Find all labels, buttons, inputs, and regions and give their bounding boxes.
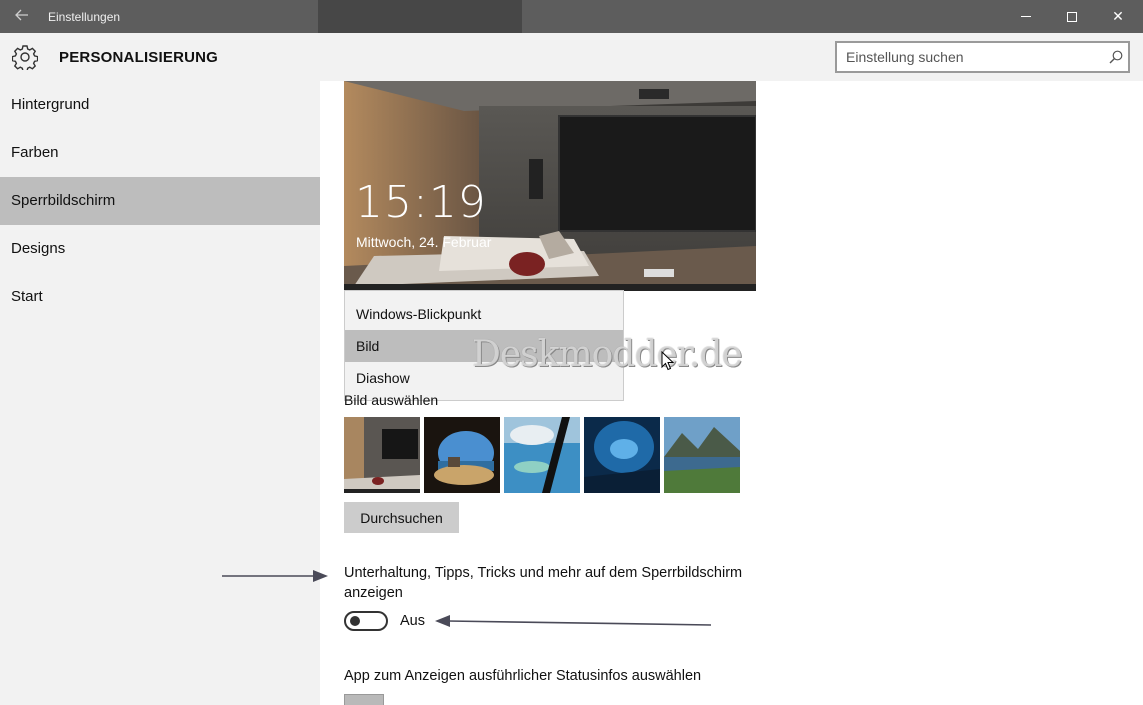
maximize-icon [1067,11,1077,22]
thumbnail-ice-cave[interactable] [584,417,660,493]
maximize-button[interactable] [1049,0,1095,33]
sidebar-item-start[interactable]: Start [0,273,320,321]
dropdown-option-blickpunkt[interactable]: Windows-Blickpunkt [345,298,623,330]
search-box[interactable] [835,41,1130,73]
tips-toggle[interactable] [344,611,388,631]
sidebar: Hintergrund Farben Sperrbildschirm Desig… [0,81,320,705]
status-app-button[interactable] [344,694,384,705]
thumbnail-aerial-coast[interactable] [504,417,580,493]
status-app-label: App zum Anzeigen ausführlicher Statusinf… [344,668,702,684]
close-icon: ✕ [1112,8,1124,24]
search-icon[interactable] [1108,49,1124,65]
tips-toggle-state: Aus [400,613,425,629]
mouse-cursor-icon [661,350,675,371]
sidebar-item-hintergrund[interactable]: Hintergrund [0,81,320,129]
minimize-icon [1021,16,1031,17]
window-title: Einstellungen [48,10,121,24]
lock-screen-time: 15:19 [355,177,487,228]
lock-screen-date: Mittwoch, 24. Februar [356,234,492,250]
title-bar: Einstellungen ✕ [0,0,1143,33]
choose-picture-label: Bild auswählen [344,392,439,408]
thumbnail-beach-cave[interactable] [424,417,500,493]
close-button[interactable]: ✕ [1095,0,1141,33]
title-bar-shadow [318,0,522,33]
tips-setting-label: Unterhaltung, Tipps, Tricks und mehr auf… [344,565,743,601]
lock-screen-preview: 15:19 Mittwoch, 24. Februar [344,81,756,291]
browse-button[interactable]: Durchsuchen [344,502,459,533]
thumbnail-mountain-lake[interactable] [664,417,740,493]
sidebar-item-farben[interactable]: Farben [0,129,320,177]
thumbnail-living-room[interactable] [344,417,420,493]
settings-window: Einstellungen ✕ PERSONALISIERUNG Hinterg… [0,0,1143,705]
toggle-knob [350,616,360,626]
page-title: PERSONALISIERUNG [59,49,219,66]
search-input[interactable] [837,43,1097,71]
gear-icon [11,44,39,72]
sidebar-item-sperrbildschirm[interactable]: Sperrbildschirm [0,177,320,225]
main-content: 15:19 Mittwoch, 24. Februar Windows-Blic… [320,81,1143,705]
sidebar-item-designs[interactable]: Designs [0,225,320,273]
back-arrow-icon[interactable] [14,7,34,25]
watermark: Deskmodder.de [472,334,743,375]
settings-header: PERSONALISIERUNG [0,33,1143,81]
minimize-button[interactable] [1003,0,1049,33]
